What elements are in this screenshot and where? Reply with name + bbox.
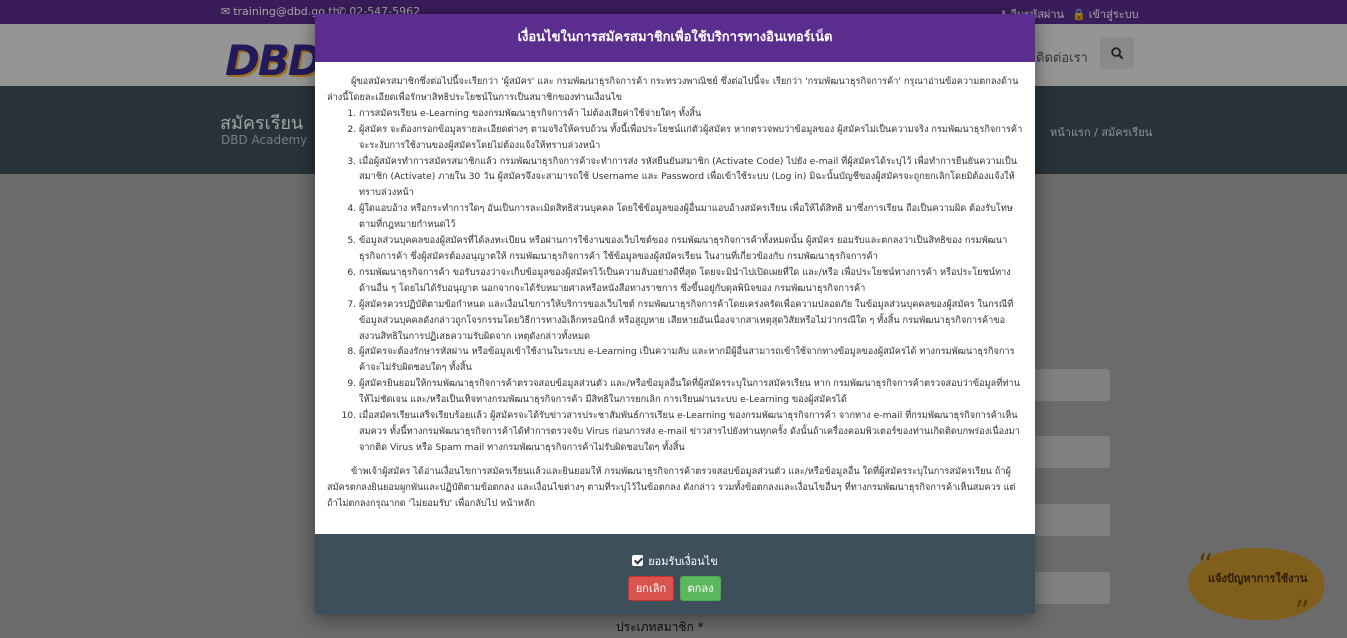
terms-content[interactable]: ผู้ขอสมัครสมาชิกซึ่งต่อไปนี้จะเรียกว่า '… <box>315 62 1035 534</box>
modal-footer: ยอมรับเงื่อนไข ยกเลิก ตกลง <box>315 534 1035 614</box>
term-item: ผู้สมัคร จะต้องกรอกข้อมูลรายละเอียดต่างๆ… <box>359 122 1023 154</box>
agree-label[interactable]: ยอมรับเงื่อนไข <box>648 555 718 568</box>
term-item: เมื่อผู้สมัครทำการสมัครสมาชิกแล้ว กรมพัฒ… <box>359 154 1023 202</box>
ok-button[interactable]: ตกลง <box>680 576 721 601</box>
term-item: เมื่อสมัครเรียนเสร็จเรียบร้อยแล้ว ผู้สมั… <box>359 408 1023 456</box>
term-item: ผู้สมัครควรปฏิบัติตามข้อกำหนด และเงื่อนไ… <box>359 297 1023 345</box>
terms-intro: ผู้ขอสมัครสมาชิกซึ่งต่อไปนี้จะเรียกว่า '… <box>327 76 1019 103</box>
terms-outro: ข้าพเจ้าผู้สมัคร ได้อ่านเงื่อนไขการสมัคร… <box>327 465 1016 509</box>
cancel-button[interactable]: ยกเลิก <box>628 576 674 601</box>
term-item: การสมัครเรียน e-Learning ของกรมพัฒนาธุรก… <box>359 106 1023 122</box>
term-item: กรมพัฒนาธุรกิจการค้า ขอรับรองว่าจะเก็บข้… <box>359 265 1023 297</box>
modal-title: เงื่อนไขในการสมัครสมาชิกเพื่อใช้บริการทา… <box>315 14 1035 62</box>
term-item: ข้อมูลส่วนบุคคลของผู้สมัครที่ได้ลงทะเบีย… <box>359 233 1023 265</box>
term-item: ผู้สมัครยินยอมให้กรมพัฒนาธุรกิจการค้าตรว… <box>359 376 1023 408</box>
terms-list: การสมัครเรียน e-Learning ของกรมพัฒนาธุรก… <box>327 106 1023 456</box>
term-item: ผู้สมัครจะต้องรักษารหัสผ่าน หรือข้อมูลเข… <box>359 344 1023 376</box>
agree-checkbox[interactable] <box>632 555 644 566</box>
agree-row: ยอมรับเงื่อนไข <box>315 552 1035 570</box>
terms-modal: เงื่อนไขในการสมัครสมาชิกเพื่อใช้บริการทา… <box>315 14 1035 614</box>
term-item: ผู้ใดแอบอ้าง หรือกระทำการใดๆ อันเป็นการล… <box>359 201 1023 233</box>
